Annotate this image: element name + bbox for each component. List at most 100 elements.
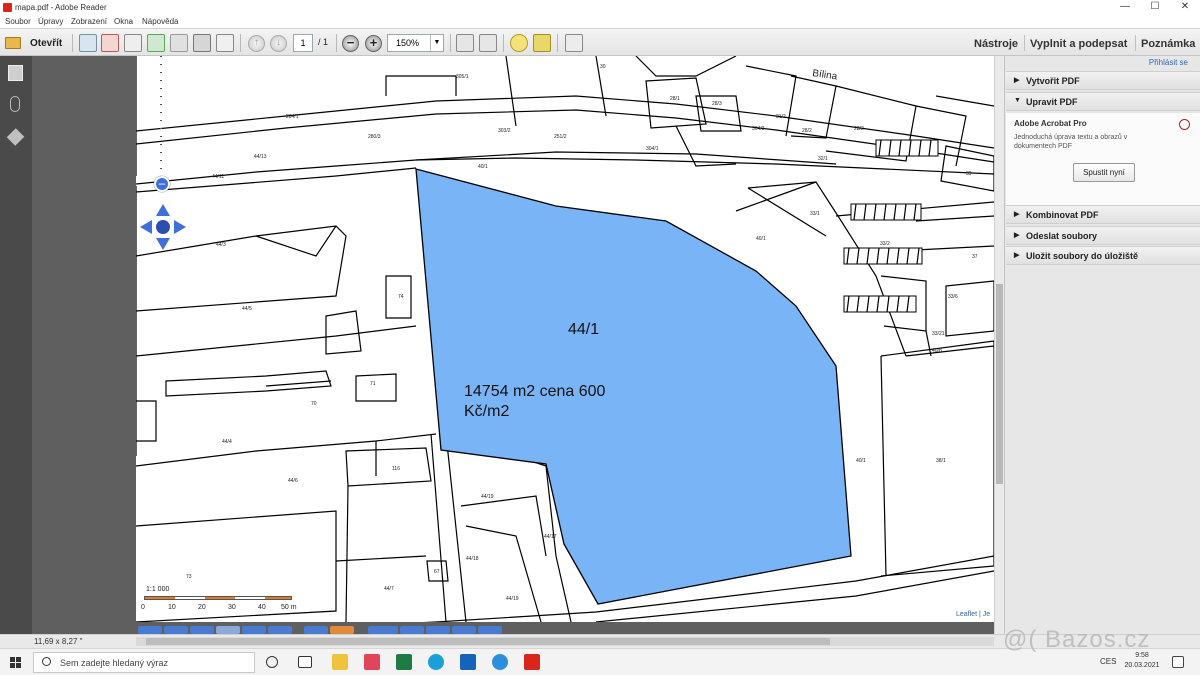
section-send-files[interactable]: ▶ Odeslat soubory [1006,226,1200,245]
menu-edit[interactable]: Úpravy [38,17,63,26]
notifications-icon[interactable] [1172,656,1184,668]
zoom-select[interactable]: 150% ▼ [387,34,444,52]
parcel-number: 37 [972,254,978,260]
parcel-number: 39 [966,171,972,177]
parcel-number: 44/19 [481,494,494,500]
section-edit-pdf[interactable]: ▼ Upravit PDF [1006,92,1200,111]
highlight-icon[interactable] [533,34,551,52]
map-tool-button[interactable] [426,626,450,634]
pdf-page[interactable]: Bílina 44/1 14754 m2 cena 600 Kč/m2 30 3… [136,56,994,622]
section-label: Odeslat soubory [1026,231,1098,241]
scale-tick: 10 [168,604,176,611]
sign-in-link[interactable]: Přihlásit se [1149,58,1188,67]
pan-left-icon[interactable] [140,220,152,234]
horizontal-scrollbar[interactable] [136,637,994,646]
zoom-slider-track[interactable] [160,56,162,186]
section-save-to-storage[interactable]: ▶ Uložit soubory do úložiště [1006,246,1200,265]
file-explorer-icon[interactable] [332,654,348,670]
language-indicator[interactable]: CES [1100,657,1116,666]
comment-link[interactable]: Poznámka [1141,38,1195,50]
adobe-reader-taskbar-icon[interactable] [524,654,540,670]
section-combine-pdf[interactable]: ▶ Kombinovat PDF [1006,205,1200,224]
map-tool-button[interactable] [138,626,162,634]
title-bar: mapa.pdf - Adobe Reader — ☐ ✕ [0,0,1200,15]
search-icon [42,657,51,666]
fill-sign-link[interactable]: Vyplnit a podepsat [1030,38,1127,50]
save-icon[interactable] [170,34,188,52]
map-tool-button[interactable] [304,626,328,634]
map-tool-button[interactable] [368,626,398,634]
page-total: / 1 [318,37,329,47]
maximize-button[interactable]: ☐ [1140,0,1170,15]
parcel-number: 33/21 [932,331,945,337]
menu-help[interactable]: Nápověda [142,17,178,26]
parcel-number: 284/1 [286,114,299,120]
system-clock[interactable]: 9:58 20.03.2021 [1120,651,1164,671]
parcel-number: 251/2 [554,134,567,140]
pan-right-icon[interactable] [174,220,186,234]
menu-file[interactable]: Soubor [5,17,31,26]
parcel-number: 74 [398,294,404,300]
gift-app-icon[interactable] [364,654,380,670]
previous-page-button[interactable]: ↑ [248,35,265,52]
pan-down-icon[interactable] [156,238,170,250]
pan-up-icon[interactable] [156,204,170,216]
fit-page-icon[interactable] [456,34,474,52]
page-number-input[interactable]: 1 [293,34,313,52]
map-tool-button[interactable] [268,626,292,634]
bazos-watermark: @( Bazos.cz [1003,626,1151,653]
pan-control[interactable] [140,204,186,250]
parcel-number: 44/4 [222,439,232,445]
map-tool-button[interactable] [400,626,424,634]
windows-start-icon[interactable] [10,657,21,668]
cortana-icon[interactable] [266,656,278,668]
email-icon[interactable] [216,34,234,52]
attachments-icon[interactable] [10,96,20,112]
menu-view[interactable]: Zobrazení [71,17,107,26]
chevron-right-icon: ▶ [1014,77,1020,84]
outlook-icon[interactable] [460,654,476,670]
map-tool-button[interactable] [216,626,240,634]
map-tool-button[interactable] [452,626,476,634]
chevron-down-icon: ▼ [1014,97,1021,104]
internet-explorer-icon[interactable] [492,654,508,670]
close-button[interactable]: ✕ [1170,0,1200,15]
tools-link[interactable]: Nástroje [974,38,1018,50]
cloud-upload-icon[interactable] [147,34,165,52]
zoom-out-button[interactable]: − [342,35,359,52]
next-page-button[interactable]: ↓ [270,35,287,52]
acrobat-icon [1179,119,1190,130]
pan-center-icon[interactable] [156,220,170,234]
section-create-pdf[interactable]: ▶ Vytvořit PDF [1006,71,1200,90]
export-pdf-icon[interactable] [101,34,119,52]
chevron-down-icon[interactable]: ▼ [430,35,443,51]
map-tool-button[interactable] [242,626,266,634]
map-tool-button[interactable] [330,626,354,634]
task-view-icon[interactable] [298,656,312,668]
scroll-thumb[interactable] [146,638,830,645]
vertical-scrollbar[interactable] [994,56,1004,634]
edge-icon[interactable] [428,654,444,670]
map-attribution[interactable]: Leaflet | Je [956,611,990,618]
excel-icon[interactable] [396,654,412,670]
layers-icon[interactable] [6,128,25,146]
menu-window[interactable]: Okna [114,17,133,26]
print-icon[interactable] [193,34,211,52]
comment-icon[interactable] [510,34,528,52]
parcel-number: 32/1 [818,156,828,162]
fit-width-icon[interactable] [479,34,497,52]
minimize-button[interactable]: — [1110,0,1140,15]
taskbar-search[interactable]: Sem zadejte hledaný výraz [33,652,255,673]
zoom-slider-handle[interactable]: – [154,176,170,192]
map-tool-button[interactable] [478,626,502,634]
fullscreen-icon[interactable] [565,34,583,52]
start-now-button[interactable]: Spustit nyní [1073,163,1135,182]
page-thumbnails-icon[interactable] [8,65,23,81]
create-pdf-icon[interactable] [79,34,97,52]
map-tool-button[interactable] [190,626,214,634]
scroll-thumb[interactable] [996,284,1003,484]
map-tool-button[interactable] [164,626,188,634]
zoom-in-button[interactable]: + [365,35,382,52]
edit-pdf-icon[interactable] [124,34,142,52]
open-button[interactable]: Otevřít [3,34,67,52]
